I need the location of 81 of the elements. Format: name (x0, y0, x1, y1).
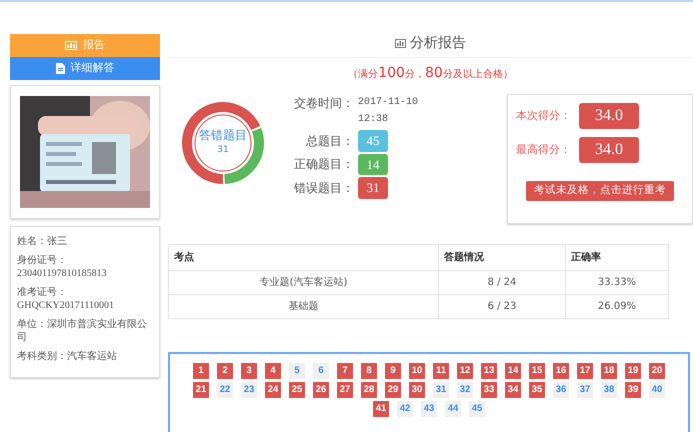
question-number[interactable]: 44 (445, 401, 461, 417)
question-number[interactable]: 33 (481, 382, 497, 398)
question-number[interactable]: 35 (529, 382, 545, 398)
score-value: 34.0 (579, 137, 639, 163)
question-number[interactable]: 13 (481, 363, 497, 379)
table-cell: 26.09% (566, 294, 668, 318)
table-cell: 6 / 23 (438, 294, 566, 318)
tab-button[interactable]: 报告 (10, 34, 160, 57)
document-icon (56, 63, 64, 74)
question-number[interactable]: 34 (505, 382, 521, 398)
question-number[interactable]: 8 (361, 363, 377, 379)
stat-label: 正确题目： (293, 156, 355, 174)
question-number[interactable]: 16 (553, 363, 569, 379)
info-line: 考科类别：汽车客运站 (17, 350, 118, 363)
info-line: 准考证号： GHQCKY20171110001 (17, 286, 116, 312)
page-title: 分析报告 (410, 34, 466, 52)
question-number[interactable]: 31 (433, 382, 449, 398)
info-line: 单位：深圳市普滨实业有限公司 (17, 318, 148, 344)
question-number[interactable]: 2 (217, 363, 233, 379)
count-badge: 45 (358, 130, 388, 152)
question-number[interactable]: 4 (265, 363, 281, 379)
question-number[interactable]: 14 (505, 363, 521, 379)
question-number[interactable]: 19 (625, 363, 641, 379)
question-number[interactable]: 11 (433, 363, 449, 379)
submit-time: 2017-11-10 12:38 (358, 96, 418, 127)
question-number[interactable]: 5 (289, 363, 305, 379)
score-label: 最高得分： (516, 142, 571, 158)
question-number[interactable]: 21 (193, 382, 209, 398)
stat-label: 总题目： (305, 132, 355, 150)
question-number[interactable]: 20 (649, 363, 665, 379)
table-cell: 33.33% (566, 270, 668, 294)
info-line: 身份证号： 230401197810185813 (17, 254, 108, 280)
question-number[interactable]: 32 (457, 382, 473, 398)
column-header: 正确率 (566, 244, 668, 270)
question-number[interactable]: 42 (397, 401, 413, 417)
question-number[interactable]: 26 (313, 382, 329, 398)
question-number[interactable]: 25 (289, 382, 305, 398)
question-number[interactable]: 43 (421, 401, 437, 417)
info-line: 姓名：张三 (17, 235, 68, 248)
question-number[interactable]: 12 (457, 363, 473, 379)
donut-title: 答错题目 (198, 127, 248, 144)
table-cell: 基础题 (168, 294, 438, 318)
question-number[interactable]: 7 (337, 363, 353, 379)
donut-count: 31 (216, 144, 230, 157)
question-number[interactable]: 38 (601, 382, 617, 398)
question-number[interactable]: 18 (601, 363, 617, 379)
question-number[interactable]: 41 (373, 401, 389, 417)
question-number[interactable]: 28 (361, 382, 377, 398)
question-number[interactable]: 45 (469, 401, 485, 417)
pass-score-note: （满分100分，80分及以上合格） (347, 64, 514, 83)
question-number[interactable]: 40 (649, 382, 665, 398)
tab-button[interactable]: 详细解答 (10, 57, 160, 80)
score-value: 34.0 (579, 103, 639, 129)
question-number[interactable]: 15 (529, 363, 545, 379)
question-number[interactable]: 37 (577, 382, 593, 398)
column-header: 考点 (168, 244, 438, 270)
question-number[interactable]: 24 (265, 382, 281, 398)
table-cell: 8 / 24 (438, 270, 566, 294)
question-number[interactable]: 1 (193, 363, 209, 379)
question-number[interactable]: 10 (409, 363, 425, 379)
question-number[interactable]: 29 (385, 382, 401, 398)
chart-icon (395, 38, 406, 48)
question-number[interactable]: 39 (625, 382, 641, 398)
submit-time-label: 交卷时间： (293, 95, 355, 112)
question-number[interactable]: 17 (577, 363, 593, 379)
score-label: 本次得分： (516, 108, 571, 124)
question-number[interactable]: 36 (553, 382, 569, 398)
question-number[interactable]: 6 (313, 363, 329, 379)
question-number[interactable]: 22 (217, 382, 233, 398)
count-badge: 31 (358, 177, 388, 198)
question-number[interactable]: 3 (241, 363, 257, 379)
retake-button[interactable]: 考试未及格，点击进行重考 (526, 181, 674, 201)
question-number[interactable]: 27 (337, 382, 353, 398)
question-number[interactable]: 9 (385, 363, 401, 379)
question-number[interactable]: 23 (241, 382, 257, 398)
stat-label: 错误题目： (293, 180, 355, 197)
column-header: 答题情况 (438, 244, 566, 270)
chart-icon (65, 41, 77, 50)
table-cell: 专业题(汽车客运站) (168, 270, 438, 294)
question-number[interactable]: 30 (409, 382, 425, 398)
count-badge: 14 (358, 154, 388, 175)
